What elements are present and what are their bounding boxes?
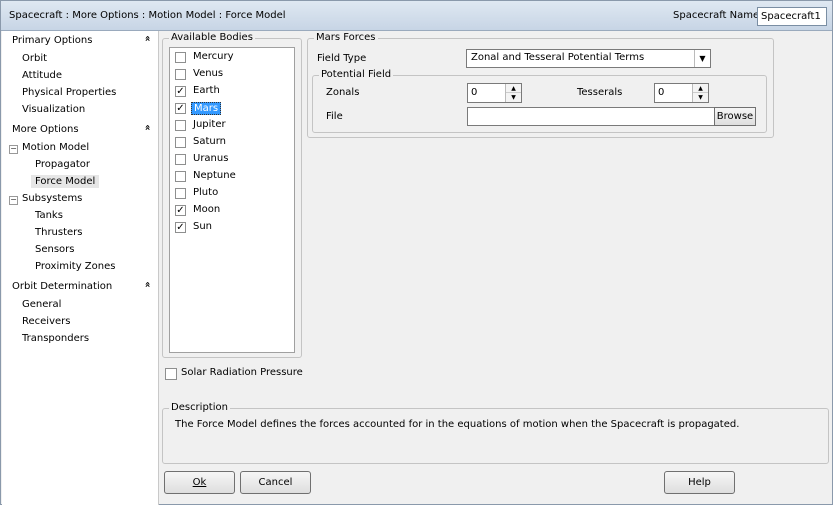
checkbox[interactable] xyxy=(175,52,186,63)
potential-field-title: Potential Field xyxy=(319,69,394,80)
checkbox[interactable] xyxy=(175,188,186,199)
body-label: Moon xyxy=(193,204,221,215)
checkbox[interactable] xyxy=(175,171,186,182)
mars-forces-title: Mars Forces xyxy=(314,32,378,43)
checkbox[interactable] xyxy=(175,69,186,80)
ok-label: Ok xyxy=(192,477,207,488)
spin-down-icon[interactable]: ▼ xyxy=(506,93,521,102)
available-bodies-title: Available Bodies xyxy=(169,32,255,43)
spinner-buttons: ▲ ▼ xyxy=(505,84,521,102)
sidebar-item-subsystems[interactable]: Subsystems xyxy=(22,193,82,204)
checkbox-checked[interactable]: ✓ xyxy=(175,205,186,216)
file-path-input[interactable] xyxy=(467,107,715,126)
sidebar-item-proximity-zones[interactable]: Proximity Zones xyxy=(35,261,115,272)
tesserals-spinner[interactable]: 0 ▲ ▼ xyxy=(654,83,709,103)
sidebar-item-thrusters[interactable]: Thrusters xyxy=(35,227,83,238)
sidebar-item-physical-properties[interactable]: Physical Properties xyxy=(22,87,116,98)
checkbox[interactable] xyxy=(165,368,177,380)
checkbox-checked[interactable]: ✓ xyxy=(175,86,186,97)
body-label: Jupiter xyxy=(193,119,226,130)
spinner-buttons: ▲ ▼ xyxy=(692,84,708,102)
checkbox[interactable] xyxy=(175,120,186,131)
description-text: The Force Model defines the forces accou… xyxy=(175,419,740,430)
description-title: Description xyxy=(169,402,230,413)
description-group: Description The Force Model defines the … xyxy=(162,402,829,464)
primary-options-header[interactable]: Primary Options xyxy=(12,35,92,46)
sidebar-item-propagator[interactable]: Propagator xyxy=(35,159,90,170)
help-label: Help xyxy=(688,477,711,488)
body-label: Pluto xyxy=(193,187,219,198)
field-type-select[interactable]: Zonal and Tesseral Potential Terms ▼ xyxy=(466,49,711,68)
body-label: Uranus xyxy=(193,153,229,164)
potential-field-group: Potential Field Zonals 0 ▲ ▼ Tesserals 0… xyxy=(312,69,767,133)
spin-down-icon[interactable]: ▼ xyxy=(693,93,708,102)
window-title: Spacecraft : More Options : Motion Model… xyxy=(9,10,286,21)
available-bodies-group: Available Bodies Mercury Venus ✓ Earth ✓ M… xyxy=(162,32,302,358)
body-label: Sun xyxy=(193,221,213,232)
body-label: Neptune xyxy=(193,170,236,181)
cancel-label: Cancel xyxy=(258,477,293,488)
body-label-selected: Mars xyxy=(191,102,222,115)
spin-up-icon[interactable]: ▲ xyxy=(693,84,708,93)
collapse-od-icon[interactable]: » xyxy=(143,281,154,287)
sidebar-item-receivers[interactable]: Receivers xyxy=(22,316,70,327)
spacecraft-name-input[interactable] xyxy=(757,7,827,26)
body-label: Mercury xyxy=(193,51,234,62)
spacecraft-name-label: Spacecraft Name xyxy=(673,10,760,21)
chevron-down-icon[interactable]: ▼ xyxy=(694,50,710,67)
field-type-label: Field Type xyxy=(317,53,367,64)
field-type-value: Zonal and Tesseral Potential Terms xyxy=(471,52,645,63)
zonals-label: Zonals xyxy=(326,87,360,98)
options-sidebar: Primary Options » Orbit Attitude Physica… xyxy=(2,31,159,505)
collapse-primary-icon[interactable]: » xyxy=(143,35,154,41)
spacecraft-window: Spacecraft : More Options : Motion Model… xyxy=(0,0,833,505)
cancel-button[interactable]: Cancel xyxy=(240,471,311,494)
body-label: Earth xyxy=(193,85,220,96)
collapse-more-icon[interactable]: » xyxy=(143,124,154,130)
zonals-spinner[interactable]: 0 ▲ ▼ xyxy=(467,83,522,103)
bodies-listbox[interactable]: Mercury Venus ✓ Earth ✓ Mars Jupiter Satur… xyxy=(169,47,295,353)
more-options-header[interactable]: More Options xyxy=(12,124,79,135)
collapse-tree-icon[interactable]: − xyxy=(9,145,18,154)
ok-button[interactable]: Ok xyxy=(164,471,235,494)
checkbox[interactable] xyxy=(175,154,186,165)
tesserals-label: Tesserals xyxy=(577,87,623,98)
checkbox[interactable] xyxy=(175,137,186,148)
orbit-determination-header[interactable]: Orbit Determination xyxy=(12,281,112,292)
sidebar-item-general[interactable]: General xyxy=(22,299,61,310)
help-button[interactable]: Help xyxy=(664,471,735,494)
sidebar-item-orbit[interactable]: Orbit xyxy=(22,53,47,64)
zonals-value: 0 xyxy=(471,87,478,98)
checkbox-checked[interactable]: ✓ xyxy=(175,103,186,114)
sidebar-item-attitude[interactable]: Attitude xyxy=(22,70,62,81)
file-label: File xyxy=(326,111,343,122)
sidebar-item-visualization[interactable]: Visualization xyxy=(22,104,85,115)
sidebar-item-force-model[interactable]: Force Model xyxy=(31,175,100,188)
sidebar-item-sensors[interactable]: Sensors xyxy=(35,244,75,255)
sidebar-item-transponders[interactable]: Transponders xyxy=(22,333,89,344)
checkbox-checked[interactable]: ✓ xyxy=(175,222,186,233)
collapse-tree-icon[interactable]: − xyxy=(9,196,18,205)
sidebar-item-tanks[interactable]: Tanks xyxy=(35,210,63,221)
tesserals-value: 0 xyxy=(658,87,665,98)
body-label: Venus xyxy=(193,68,224,79)
srp-label: Solar Radiation Pressure xyxy=(181,367,303,378)
mars-forces-group: Mars Forces Field Type Zonal and Tessera… xyxy=(307,32,774,138)
title-bar: Spacecraft : More Options : Motion Model… xyxy=(1,1,832,31)
spin-up-icon[interactable]: ▲ xyxy=(506,84,521,93)
body-label: Saturn xyxy=(193,136,227,147)
browse-button[interactable]: Browse xyxy=(714,107,756,126)
sidebar-item-motion-model[interactable]: Motion Model xyxy=(22,142,89,153)
